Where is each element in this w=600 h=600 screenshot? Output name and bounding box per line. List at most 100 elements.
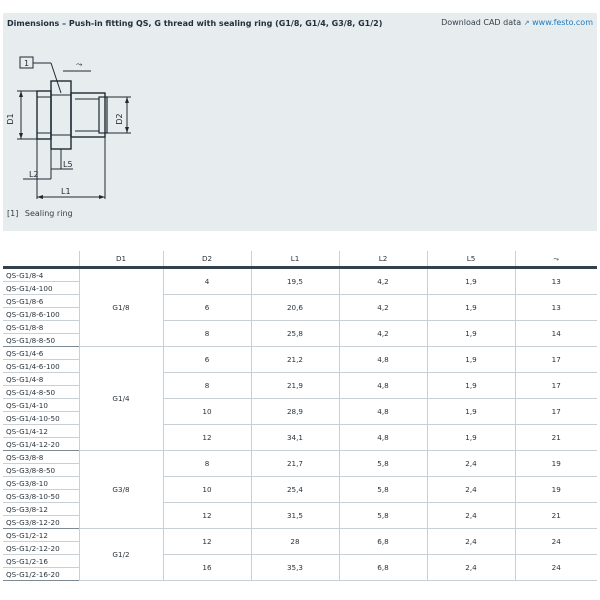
l1-cell: 21,9 bbox=[250, 372, 339, 399]
l1-cell: 34,1 bbox=[250, 424, 339, 451]
table-row: QS-G3/8-8 G3/8 8 21,7 5,8 2,4 19 bbox=[3, 450, 597, 529]
l1-cell: 25,4 bbox=[250, 476, 339, 503]
l5-cell: 1,9 bbox=[426, 267, 515, 295]
l2-cell: 5,8 bbox=[338, 450, 427, 477]
part-number-cell: QS-G1/4-6-100 bbox=[3, 359, 80, 373]
w-cell: 19 bbox=[514, 450, 597, 477]
w-cell: 17 bbox=[514, 398, 597, 425]
part-number-cell: QS-G1/8-8 bbox=[3, 320, 80, 334]
dimensions-panel: Dimensions – Push-in fitting QS, G threa… bbox=[3, 13, 597, 231]
l5-cell: 1,9 bbox=[426, 398, 515, 425]
l2-cell: 4,8 bbox=[338, 372, 427, 399]
table-row: QS-G1/8-4 G1/8 4 19,5 4,2 1,9 13 bbox=[3, 267, 597, 347]
part-number-cell: QS-G1/8-6-100 bbox=[3, 307, 80, 321]
page-title: Dimensions – Push-in fitting QS, G threa… bbox=[7, 19, 383, 28]
d2-cell: 4 bbox=[162, 267, 251, 295]
d2-cell: 10 bbox=[162, 398, 251, 425]
l5-cell: 1,9 bbox=[426, 346, 515, 373]
dim-label-l5: L5 bbox=[63, 160, 73, 169]
dim-label-d2: D2 bbox=[115, 113, 124, 124]
col-header-d1: D1 bbox=[78, 251, 163, 269]
external-link-icon: ↗ bbox=[523, 19, 530, 27]
part-number-cell: QS-G1/4-6 bbox=[3, 346, 80, 360]
l1-cell: 35,3 bbox=[250, 554, 339, 581]
dim-label-l1: L1 bbox=[61, 187, 71, 196]
w-cell: 24 bbox=[514, 554, 597, 581]
l1-cell: 20,6 bbox=[250, 294, 339, 321]
l5-cell: 1,9 bbox=[426, 424, 515, 451]
w-cell: 14 bbox=[514, 320, 597, 347]
l5-cell: 2,4 bbox=[426, 528, 515, 555]
footnote-marker: [1] bbox=[7, 209, 19, 218]
table-row: QS-G1/4-6 G1/4 6 21,2 4,8 1,9 17 bbox=[3, 346, 597, 451]
l1-cell: 28 bbox=[250, 528, 339, 555]
l5-cell: 1,9 bbox=[426, 372, 515, 399]
part-number-cell: QS-G1/4-12-20 bbox=[3, 437, 80, 451]
l1-cell: 25,8 bbox=[250, 320, 339, 347]
l5-cell: 2,4 bbox=[426, 450, 515, 477]
part-number-cell: QS-G3/8-10 bbox=[3, 476, 80, 490]
part-number-cell: QS-G3/8-8 bbox=[3, 450, 80, 464]
l2-cell: 4,2 bbox=[338, 267, 427, 295]
w-cell: 19 bbox=[514, 476, 597, 503]
d2-cell: 8 bbox=[162, 320, 251, 347]
cad-download-label: Download CAD data bbox=[441, 18, 522, 27]
d1-cell: G1/4 bbox=[78, 346, 163, 451]
col-header-l2: L2 bbox=[338, 251, 427, 269]
part-number-cell: QS-G1/8-6 bbox=[3, 294, 80, 308]
w-cell: 13 bbox=[514, 294, 597, 321]
col-header-d2: D2 bbox=[162, 251, 251, 269]
d1-cell: G1/2 bbox=[78, 528, 163, 581]
l2-cell: 4,8 bbox=[338, 424, 427, 451]
part-number-cell: QS-G1/2-16 bbox=[3, 554, 80, 568]
d1-cell: G1/8 bbox=[78, 267, 163, 347]
part-number-cell: QS-G1/4-10-50 bbox=[3, 411, 80, 425]
l2-cell: 6,8 bbox=[338, 554, 427, 581]
l5-cell: 1,9 bbox=[426, 294, 515, 321]
l1-cell: 19,5 bbox=[250, 267, 339, 295]
d2-cell: 12 bbox=[162, 528, 251, 555]
part-number-cell: QS-G1/2-16-20 bbox=[3, 567, 80, 581]
table-header-row: D1 D2 L1 L2 L5 ⤳ bbox=[3, 251, 597, 269]
part-number-cell: QS-G1/8-8-50 bbox=[3, 333, 80, 347]
col-header-part bbox=[3, 251, 79, 269]
w-cell: 24 bbox=[514, 528, 597, 555]
w-cell: 21 bbox=[514, 502, 597, 529]
w-cell: 17 bbox=[514, 372, 597, 399]
part-number-cell: QS-G1/4-8-50 bbox=[3, 385, 80, 399]
col-header-wrench: ⤳ bbox=[514, 251, 597, 269]
part-number-cell: QS-G3/8-8-50 bbox=[3, 463, 80, 477]
part-number-cell: QS-G1/2-12-20 bbox=[3, 541, 80, 555]
dim-label-d1: D1 bbox=[6, 113, 15, 124]
l2-cell: 4,8 bbox=[338, 398, 427, 425]
d2-cell: 12 bbox=[162, 424, 251, 451]
cad-download[interactable]: Download CAD data ↗ www.festo.com bbox=[441, 18, 593, 27]
technical-drawing: 1 ⤳ D1 D2 L5 L2 L1 bbox=[6, 56, 131, 199]
l1-cell: 31,5 bbox=[250, 502, 339, 529]
part-number-cell: QS-G3/8-12-20 bbox=[3, 515, 80, 529]
d2-cell: 10 bbox=[162, 476, 251, 503]
d1-cell: G3/8 bbox=[78, 450, 163, 529]
d2-cell: 8 bbox=[162, 372, 251, 399]
l5-cell: 2,4 bbox=[426, 554, 515, 581]
part-number-cell: QS-G1/2-12 bbox=[3, 528, 80, 542]
w-cell: 17 bbox=[514, 346, 597, 373]
dimensions-table: D1 D2 L1 L2 L5 ⤳ QS-G1/8-4 G1/8 4 19,5 4,2 1,… bbox=[3, 251, 597, 581]
cad-download-link[interactable]: www.festo.com bbox=[532, 18, 593, 27]
part-number-cell: QS-G1/4-8 bbox=[3, 372, 80, 386]
col-header-l1: L1 bbox=[250, 251, 339, 269]
l2-cell: 5,8 bbox=[338, 476, 427, 503]
l1-cell: 21,7 bbox=[250, 450, 339, 477]
callout-number: 1 bbox=[24, 59, 29, 68]
footnote-text: Sealing ring bbox=[24, 209, 73, 218]
d2-cell: 16 bbox=[162, 554, 251, 581]
l2-cell: 4,8 bbox=[338, 346, 427, 373]
part-number-cell: QS-G3/8-12 bbox=[3, 502, 80, 516]
l5-cell: 2,4 bbox=[426, 476, 515, 503]
table-row: QS-G1/2-12 G1/2 12 28 6,8 2,4 24 bbox=[3, 528, 597, 581]
part-number-cell: QS-G3/8-10-50 bbox=[3, 489, 80, 503]
l2-cell: 4,2 bbox=[338, 320, 427, 347]
l2-cell: 6,8 bbox=[338, 528, 427, 555]
part-number-cell: QS-G1/8-4 bbox=[3, 267, 80, 282]
d2-cell: 8 bbox=[162, 450, 251, 477]
